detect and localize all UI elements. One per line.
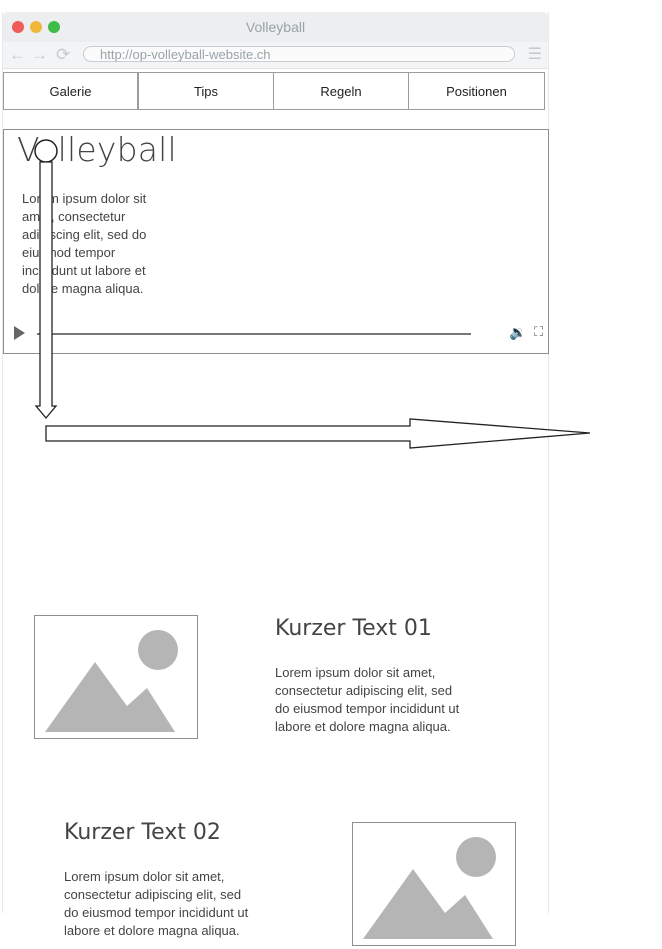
right-arrow	[45, 418, 591, 449]
touch-point-marker	[34, 139, 58, 163]
scroll-gesture-annotation	[34, 139, 591, 449]
down-arrow	[34, 161, 58, 420]
